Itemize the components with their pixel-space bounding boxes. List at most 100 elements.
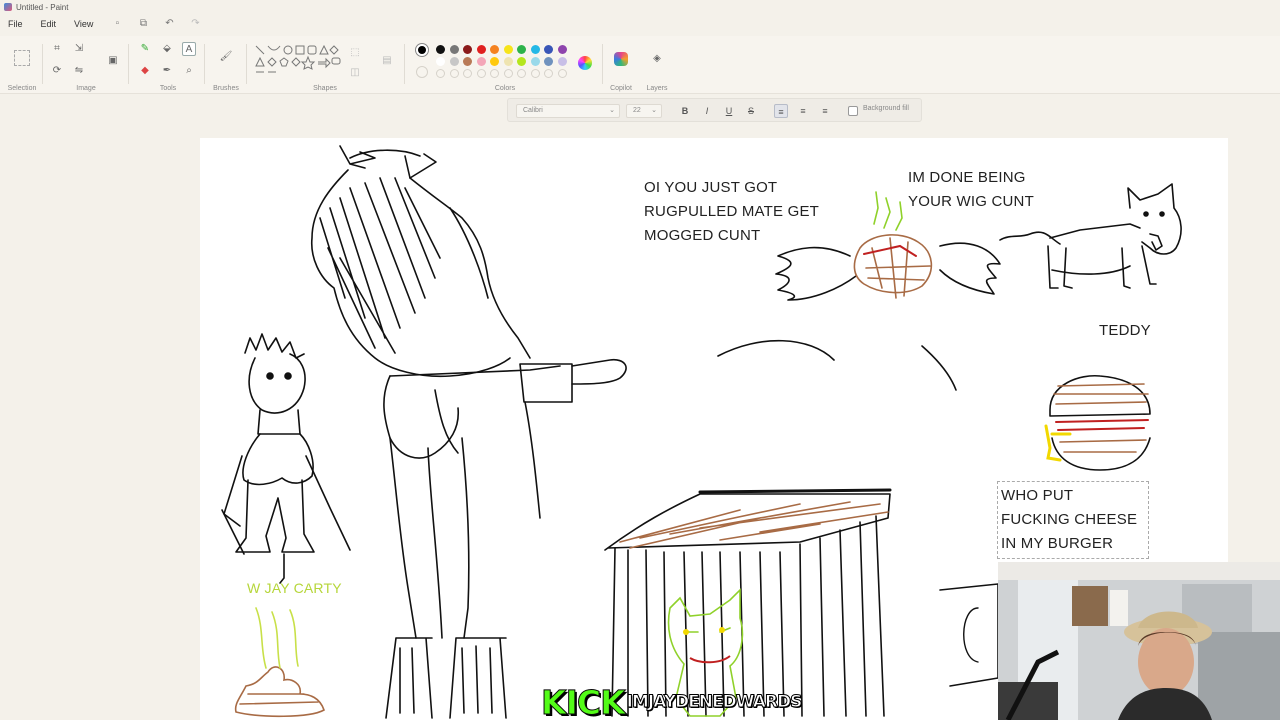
palette-color-swatch[interactable] <box>557 57 567 66</box>
cage-roof-strokes <box>619 501 889 549</box>
small-figure-drawing <box>221 333 351 584</box>
shapes-gallery-icon[interactable] <box>252 42 342 82</box>
teddy-label: TEDDY <box>1099 322 1151 339</box>
redo-icon[interactable]: ↷ <box>189 18 201 30</box>
palette-color-swatch[interactable] <box>463 57 472 66</box>
shape-options-icon[interactable]: ▤ <box>380 54 394 68</box>
palette-color-swatch[interactable] <box>436 45 445 54</box>
underline-button[interactable]: U <box>722 104 736 118</box>
bold-button[interactable]: B <box>678 104 692 118</box>
palette-color-swatch[interactable] <box>449 69 459 78</box>
palette-color-swatch[interactable] <box>503 69 513 78</box>
burger-text-line-3: IN MY BURGER <box>1001 535 1114 552</box>
shape-fill-icon[interactable]: ◫ <box>348 66 362 80</box>
text-tool-icon[interactable]: A <box>182 42 196 56</box>
font-size-select[interactable]: 22 ⌄ <box>626 104 662 118</box>
text-format-toolbar: Calibri ⌄ 22 ⌄ B I U S ≡ ≡ ≡ Background … <box>507 98 922 122</box>
palette-color-swatch[interactable] <box>517 57 526 66</box>
palette-color-swatch[interactable] <box>544 45 553 54</box>
palette-color-swatch[interactable] <box>490 45 499 54</box>
burger-text-line-1: WHO PUT <box>1001 487 1074 504</box>
palette-color-swatch[interactable] <box>503 45 513 54</box>
stink-lines-green <box>873 191 903 231</box>
layers-group: ◈ Layers <box>642 40 672 92</box>
copilot-icon[interactable] <box>614 52 628 66</box>
palette-color-swatch[interactable] <box>490 69 499 78</box>
selection-group-label: Selection <box>7 85 37 92</box>
palette-color-swatch[interactable] <box>557 45 567 54</box>
cheese-strokes <box>1044 424 1072 462</box>
resize-icon[interactable]: ⇲ <box>72 42 86 56</box>
burger-bun-strokes <box>1053 383 1149 453</box>
image-group: ⌗ ⇲ ⟳ ⇋ ▣ Image <box>46 40 126 92</box>
layers-icon[interactable]: ◈ <box>650 52 664 66</box>
palette-color-swatch[interactable] <box>530 69 540 78</box>
palette-color-swatch[interactable] <box>490 57 499 66</box>
pencil-icon[interactable]: ✎ <box>138 42 152 56</box>
edit-colors-icon[interactable] <box>578 56 592 70</box>
fill-icon[interactable]: ⬙ <box>160 42 174 56</box>
palette-color-swatch[interactable] <box>517 45 526 54</box>
burger-bottom-bun <box>1051 437 1151 471</box>
palette-color-swatch[interactable] <box>449 57 459 66</box>
palette-color-swatch[interactable] <box>476 45 486 54</box>
ribbon: Selection ⌗ ⇲ ⟳ ⇋ ▣ Image ✎ ⬙ A ◆ ✒ ⌕ To… <box>0 36 1280 94</box>
rugpull-text-line-1: OI YOU JUST GOT <box>644 179 778 196</box>
align-left-button[interactable]: ≡ <box>774 104 788 118</box>
rotate-icon[interactable]: ⟳ <box>50 64 64 78</box>
palette-color-swatch[interactable] <box>436 57 445 66</box>
menu-file[interactable]: File <box>8 19 23 29</box>
share-icon[interactable]: ⧉ <box>137 18 149 30</box>
eraser-icon[interactable]: ◆ <box>138 64 152 78</box>
arc-stroke-2 <box>921 345 957 391</box>
palette-color-swatch[interactable] <box>544 57 553 66</box>
menu-view[interactable]: View <box>74 19 93 29</box>
flip-icon[interactable]: ⇋ <box>72 64 86 78</box>
background-fill-checkbox[interactable] <box>848 106 858 116</box>
palette-color-swatch[interactable] <box>530 57 540 66</box>
shape-outline-icon[interactable]: ⬚ <box>348 46 362 60</box>
brushes-group: 🖌 Brushes <box>208 40 244 92</box>
palette-color-swatch[interactable] <box>557 69 567 78</box>
align-center-button[interactable]: ≡ <box>796 104 810 118</box>
palette-color-swatch[interactable] <box>517 69 526 78</box>
strikethrough-button[interactable]: S <box>744 104 758 118</box>
color-picker-icon[interactable]: ✒ <box>160 64 174 78</box>
save-icon[interactable]: ▫ <box>111 18 123 30</box>
secondary-color-swatch[interactable] <box>416 66 428 78</box>
brushes-group-label: Brushes <box>213 85 239 92</box>
palette-color-swatch[interactable] <box>530 45 540 54</box>
chevron-down-icon: ⌄ <box>651 107 657 114</box>
shapes-group-label: Shapes <box>313 85 337 92</box>
current-color-swatch[interactable] <box>416 44 428 56</box>
font-family-select[interactable]: Calibri ⌄ <box>516 104 620 118</box>
palette-color-swatch[interactable] <box>436 69 445 78</box>
burger-top-bun <box>1049 374 1151 417</box>
brush-icon[interactable]: 🖌 <box>219 50 233 64</box>
kick-handle: IMJAYDENEDWARDS <box>626 692 803 713</box>
magnifier-icon[interactable]: ⌕ <box>182 64 196 78</box>
background-fill-label: Background fill <box>863 105 909 112</box>
menu-edit[interactable]: Edit <box>41 19 57 29</box>
cage-drawing <box>604 488 892 717</box>
palette-color-swatch[interactable] <box>503 57 513 66</box>
partial-letter-box <box>939 583 999 687</box>
crop-icon[interactable]: ⌗ <box>50 42 64 56</box>
wig-text-line-1: IM DONE BEING <box>908 169 1026 186</box>
w-jay-carty-text: W JAY CARTY <box>247 580 342 596</box>
undo-icon[interactable]: ↶ <box>163 18 175 30</box>
palette-color-swatch[interactable] <box>463 45 472 54</box>
title-bar: Untitled - Paint <box>0 0 1280 14</box>
italic-button[interactable]: I <box>700 104 714 118</box>
palette-color-swatch[interactable] <box>449 45 459 54</box>
webcam-overlay <box>998 562 1280 720</box>
layers-group-label: Layers <box>646 85 668 92</box>
palette-color-swatch[interactable] <box>463 69 472 78</box>
image-select-icon[interactable]: ▣ <box>106 54 120 68</box>
select-rectangle-icon[interactable] <box>14 50 30 66</box>
shapes-group: ⬚ ◫ ▤ Shapes <box>250 40 400 92</box>
palette-color-swatch[interactable] <box>476 69 486 78</box>
palette-color-swatch[interactable] <box>544 69 553 78</box>
align-right-button[interactable]: ≡ <box>818 104 832 118</box>
palette-color-swatch[interactable] <box>476 57 486 66</box>
